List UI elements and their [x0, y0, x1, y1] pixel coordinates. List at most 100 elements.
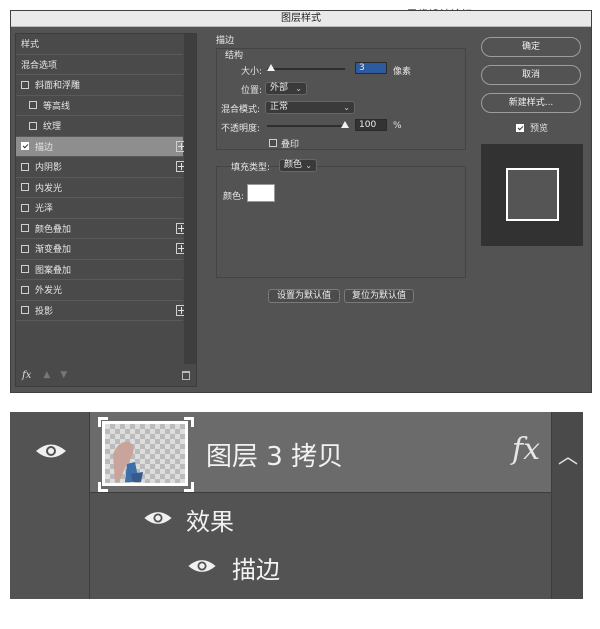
layer-name[interactable]: 图层 3 拷贝	[206, 436, 343, 473]
style-checkbox[interactable]	[21, 183, 29, 192]
blend-mode-label: 混合模式:	[221, 105, 261, 115]
style-item-label: 外发光	[35, 286, 63, 297]
style-item-label: 内阴影	[35, 163, 63, 174]
structure-group: 结构 大小: 3 像素 位置: 外部 ⌄ 混合模式: 正常 ⌄ 不透明度: 10…	[216, 48, 466, 150]
trash-icon[interactable]	[182, 370, 190, 380]
set-default-button[interactable]: 设置为默认值	[268, 289, 340, 303]
style-checkbox[interactable]	[21, 265, 29, 274]
style-item-label: 混合选项	[21, 60, 58, 71]
reset-default-button[interactable]: 复位为默认值	[344, 289, 414, 303]
style-checkbox[interactable]	[21, 162, 29, 171]
dialog-actions-panel: 确定 取消 新建样式... 预览	[481, 37, 583, 246]
style-item[interactable]: 描边	[16, 136, 187, 157]
thumb-corner-bl	[98, 482, 108, 492]
ok-button[interactable]: 确定	[481, 37, 581, 57]
opacity-unit-label: %	[393, 121, 402, 131]
style-item[interactable]: 光泽	[16, 198, 183, 219]
size-slider-track[interactable]	[267, 68, 345, 70]
opacity-label: 不透明度:	[221, 124, 261, 134]
position-label: 位置:	[241, 86, 263, 96]
move-up-icon[interactable]: ▲	[43, 370, 50, 380]
overprint-checkbox[interactable]	[269, 139, 277, 147]
eye-icon[interactable]	[142, 508, 174, 528]
row-divider	[90, 492, 551, 493]
preview-checkbox[interactable]	[515, 123, 524, 132]
size-input[interactable]: 3	[355, 62, 387, 74]
style-checkbox[interactable]	[21, 285, 29, 294]
style-item[interactable]: 图案叠加	[16, 260, 183, 280]
effects-label[interactable]: 效果	[186, 502, 234, 537]
stroke-section-title: 描边	[216, 36, 235, 46]
style-item[interactable]: 投影	[16, 301, 187, 321]
dialog-title: 图层样式	[11, 11, 591, 27]
preview-toggle[interactable]: 预览	[481, 121, 583, 134]
layer-style-dialog: 图层样式 样式 混合选项 斜面和浮雕 等高线 纹理 描边 内阴影 内发光 光泽 颜色叠加 渐变叠加图…	[10, 10, 592, 393]
structure-title: 结构	[225, 51, 244, 61]
size-slider-thumb[interactable]	[267, 64, 275, 71]
color-label: 颜色:	[223, 192, 245, 202]
style-item[interactable]: 内发光	[16, 178, 183, 198]
style-item[interactable]: 外发光	[16, 280, 183, 301]
fill-group: 填充类型: 颜色 ⌄ 颜色:	[216, 159, 466, 278]
style-item[interactable]: 内阴影	[16, 157, 187, 178]
style-checkbox[interactable]	[21, 80, 29, 89]
fx-button[interactable]: fx	[22, 370, 31, 381]
style-item-label: 渐变叠加	[35, 245, 72, 256]
style-checkbox[interactable]	[29, 101, 37, 110]
opacity-slider-track[interactable]	[267, 125, 347, 127]
stroke-color-swatch[interactable]	[247, 184, 275, 202]
size-unit-label: 像素	[393, 67, 412, 77]
collapse-effects-icon[interactable]: ︿	[558, 440, 578, 469]
style-checkbox[interactable]	[21, 244, 29, 253]
style-item-label: 斜面和浮雕	[35, 81, 81, 92]
fill-type-label: 填充类型:	[231, 163, 271, 173]
overprint-label: 叠印	[281, 140, 300, 150]
style-item-label: 图案叠加	[35, 265, 72, 276]
chevron-down-icon: ⌄	[305, 161, 312, 170]
layer-figure-icon	[113, 441, 143, 482]
preview-label: 预览	[529, 124, 548, 134]
style-item-label: 内发光	[35, 183, 63, 194]
styles-scrollbar[interactable]	[184, 34, 196, 364]
stroke-effect-label[interactable]: 描边	[232, 550, 280, 585]
style-checkbox[interactable]	[21, 306, 29, 315]
style-item[interactable]: 样式	[16, 34, 183, 55]
style-item-label: 样式	[21, 40, 40, 51]
fill-type-select[interactable]: 颜色 ⌄	[279, 159, 317, 172]
preview-square	[506, 168, 559, 221]
chevron-down-icon: ⌄	[295, 84, 302, 93]
layer-thumbnail[interactable]	[102, 421, 188, 486]
style-preview-box	[481, 144, 583, 246]
position-select[interactable]: 外部 ⌄	[265, 82, 307, 95]
thumb-corner-br	[184, 482, 194, 492]
styles-footer: fx ▲ ▼	[16, 364, 196, 386]
style-item-label: 投影	[35, 306, 54, 317]
style-item[interactable]: 斜面和浮雕	[16, 75, 183, 96]
style-item[interactable]: 渐变叠加	[16, 239, 187, 260]
layer-fx-icon[interactable]: fx	[512, 432, 540, 467]
style-item[interactable]: 混合选项	[16, 55, 183, 75]
size-label: 大小:	[241, 67, 263, 77]
blend-mode-select[interactable]: 正常 ⌄	[265, 101, 355, 114]
thumb-corner-tl	[98, 417, 108, 427]
eye-icon[interactable]	[34, 440, 68, 462]
eye-icon[interactable]	[186, 556, 218, 576]
style-item[interactable]: 等高线	[16, 96, 183, 116]
style-item-label: 等高线	[43, 101, 71, 112]
style-checkbox[interactable]	[21, 203, 29, 212]
styles-list-panel: 样式混合选项斜面和浮雕等高线纹理 描边内阴影内发光光泽颜色叠加渐变叠加图案叠加外发…	[15, 33, 197, 387]
style-item-label: 光泽	[35, 204, 54, 215]
cancel-button[interactable]: 取消	[481, 65, 581, 85]
chevron-down-icon: ⌄	[343, 103, 350, 112]
style-checkbox[interactable]	[21, 142, 29, 151]
move-down-icon[interactable]: ▼	[60, 370, 67, 380]
new-style-button[interactable]: 新建样式...	[481, 93, 581, 113]
opacity-input[interactable]: 100	[355, 119, 387, 131]
styles-list: 样式混合选项斜面和浮雕等高线纹理 描边内阴影内发光光泽颜色叠加渐变叠加图案叠加外发…	[16, 34, 196, 321]
style-checkbox[interactable]	[29, 121, 37, 130]
style-item[interactable]: 颜色叠加	[16, 219, 187, 239]
style-item[interactable]: 纹理	[16, 116, 183, 137]
style-checkbox[interactable]	[21, 224, 29, 233]
thumb-corner-tr	[184, 417, 194, 427]
opacity-slider-thumb[interactable]	[341, 121, 349, 128]
